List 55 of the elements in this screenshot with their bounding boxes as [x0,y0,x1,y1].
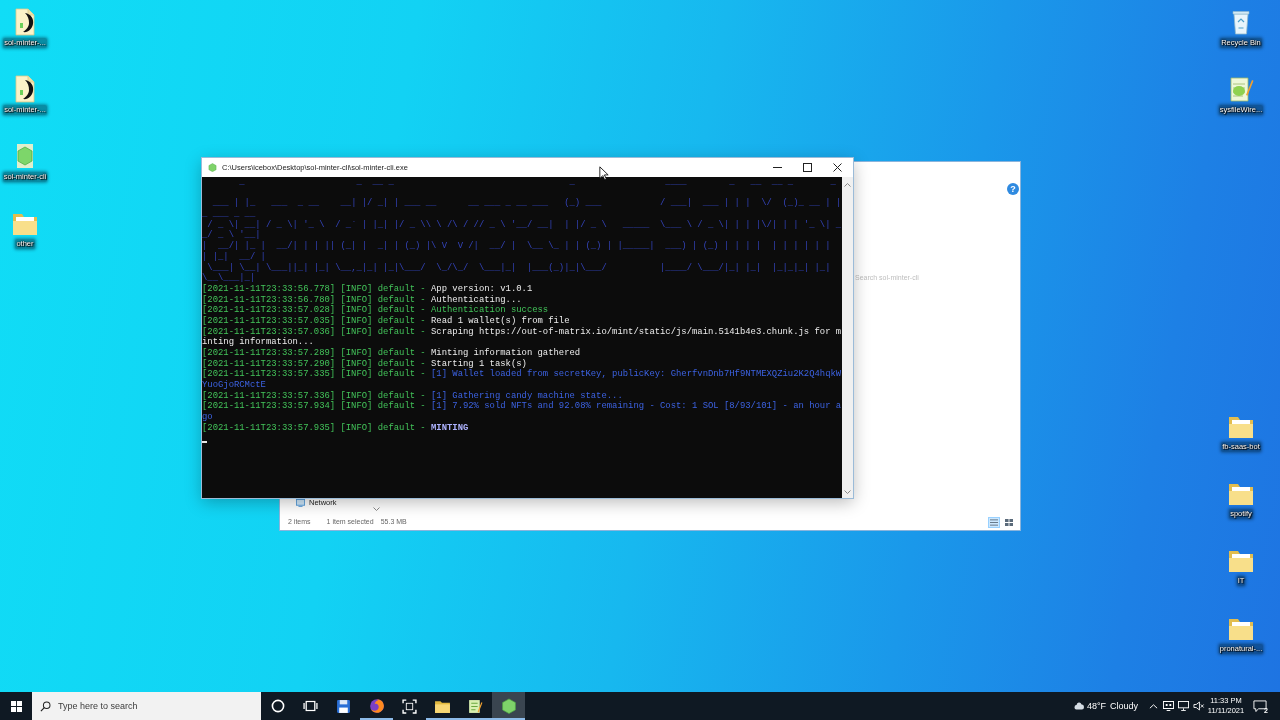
scroll-down-button[interactable] [843,488,852,495]
selection-frame-icon [402,698,417,714]
globe-icon [368,698,385,714]
log-line: [2021-11-11T23:33:57.335] [INFO] default - [1] Wallet loaded from secretKey, publicKey: GherfvnDnb7Hf9NTMEXQZiu2K2Q4hqkWYuoGjoRCMctE [202,369,842,391]
search-icon [40,700,51,712]
log-line: [2021-11-11T23:33:57.935] [INFO] default - MINTING [202,422,470,434]
folder-icon [1227,548,1255,574]
folder-icon [11,211,39,237]
log-line: [2021-11-11T23:33:57.336] [INFO] default - [1] Gathering candy machine state... [202,390,624,401]
search-field[interactable]: Type here to search [32,692,261,720]
hexagon-icon [208,163,217,172]
log-line: [2021-11-11T23:33:57.934] [INFO] default - [1] 7.92% sold NFTs and 92.08% remaining - Cost: 1 SOL [8/93/101] - an hour ago [202,401,842,423]
folder-icon [1227,414,1255,440]
log-line: [2021-11-11T23:33:57.036] [INFO] default - Scraping https://out-of-matrix.io/mint/static/js/main.5141b4e3.chunk.js for minting information... [202,326,842,348]
view-button[interactable] [1003,516,1015,528]
ascii-art-text: _ _ __ _ _ ____ _ __ __ _ _ ___ | |_ ___ _ __ __| |/ _| | ___ __ __ ___ _ __ ___ (_) ___ / ___| ___ | | | \/ (_)_ __ | |_ ___ _ __ / _ \| __| / _ \| '_ \ / _` | |_| |/ _ \\ \ /\ / // _ \ '__/ __| | |/ _ \ _____ \___ \ / _ \| | | |\/| | | '_ \| __/ _ \ '__| | __/| |_ | __/| | | || (_| | _| | (_) |\ V V /| __/ | \__ \_ | | (_) | |_____| ___) | (_) | | | | | | | | | | | |_| __/ | \___| \__| \___||_| |_| \__,_|_| |_|\___/ \_/\_/ \___|_| |___(_)|_|\___/ |____/ \___/|_| |_| |_|_|_| |_| \__\___|_| [202,177,842,284]
log-line: [2021-11-11T23:33:56.778] [INFO] default - App version: v1.0.1 [202,283,534,295]
document-icon [13,8,37,36]
view-button[interactable] [988,516,1000,528]
speaker-muted-icon [1192,701,1205,711]
minimize-icon [772,167,782,168]
log-line: [2021-11-11T23:33:57.028] [INFO] default - Authentication success [202,305,550,316]
trash-bin-icon [1229,8,1253,36]
log-line: [2021-11-11T23:33:57.035] [INFO] default - Read 1 wallet(s) from file [202,315,571,327]
notification-icon [1253,700,1267,712]
circle-icon [270,699,285,713]
task-view-icon [303,699,318,713]
chevron-down-icon[interactable] [373,507,380,511]
log-line: [2021-11-11T23:33:57.290] [INFO] default - Starting 1 task(s) [202,358,528,369]
notepad-icon [1228,75,1254,103]
chevron-up-icon [844,182,851,187]
maximize-icon [802,163,812,172]
folder-icon [434,698,451,714]
details-view-icon [990,518,998,526]
log-line: [2021-11-11T23:33:57.289] [INFO] default - Minting information gathered [202,348,582,359]
weather-button[interactable]: 48°F Cloudy [1073,692,1138,720]
tiles-view-icon [1005,518,1013,526]
chevron-up-icon [1149,703,1158,709]
notepad-icon [467,698,484,714]
log-line: [2021-11-11T23:33:56.780] [INFO] default - Authenticating... [202,294,523,305]
document-icon [13,75,37,103]
scrollbar[interactable] [842,177,853,498]
display-icon [1163,701,1174,711]
close-icon [833,163,842,172]
scroll-up-button[interactable] [843,181,852,188]
help-button[interactable]: ? [1007,183,1019,195]
folder-icon [1227,481,1255,507]
folder-icon [1227,616,1255,642]
cloud-icon [1073,702,1084,710]
hexagon-icon [500,698,517,714]
network-icon [296,499,305,507]
chevron-down-icon [844,489,851,494]
monitor-icon [1178,701,1189,711]
windows-logo-icon [10,700,22,712]
text-cursor-icon [202,440,207,443]
